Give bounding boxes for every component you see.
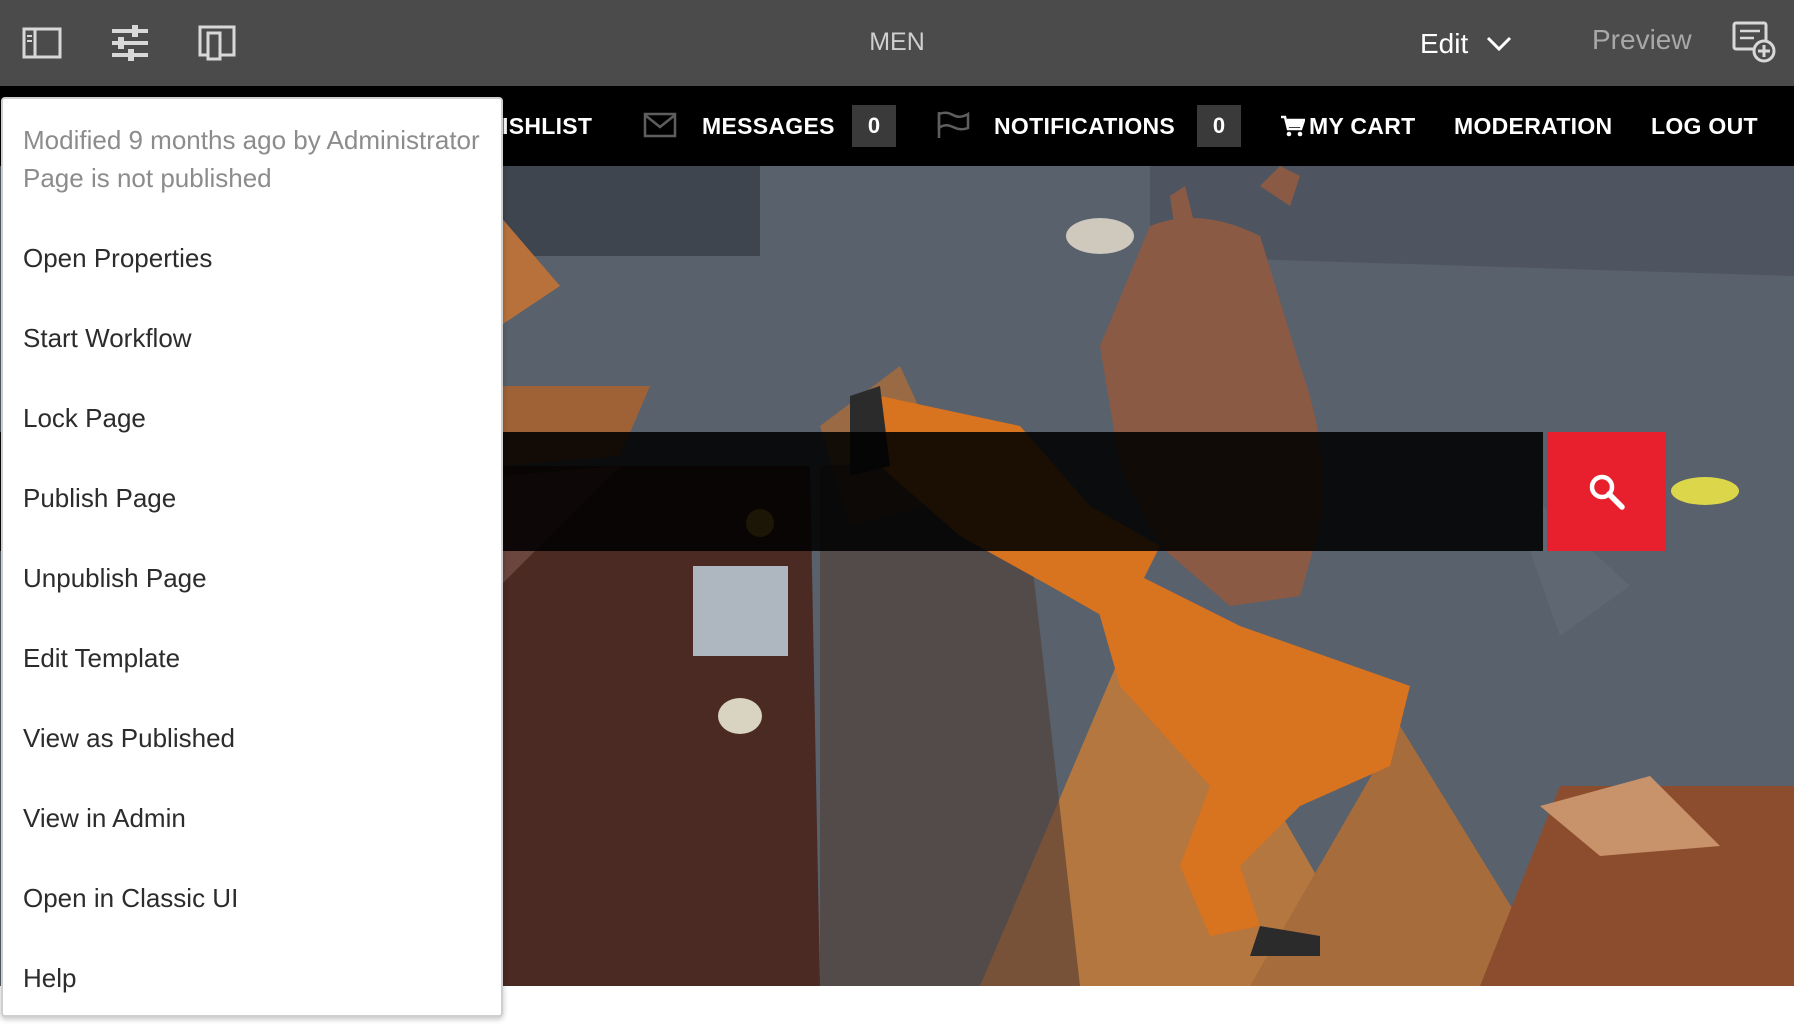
side-panel-icon[interactable] bbox=[19, 20, 65, 66]
cart-icon bbox=[1281, 115, 1305, 137]
messages-count-badge: 0 bbox=[852, 105, 896, 147]
search-button[interactable] bbox=[1547, 432, 1666, 551]
page-meta: Modified 9 months ago by Administrator P… bbox=[23, 121, 480, 197]
menu-view-in-admin[interactable]: View in Admin bbox=[3, 781, 501, 855]
nav-my-cart[interactable]: MY CART bbox=[1281, 86, 1415, 166]
page-information-icon[interactable] bbox=[107, 20, 153, 66]
nav-notifications[interactable]: NOTIFICATIONS bbox=[994, 86, 1175, 166]
publish-status: Page is not published bbox=[23, 163, 272, 193]
menu-lock-page[interactable]: Lock Page bbox=[3, 381, 501, 455]
nav-messages[interactable]: MESSAGES bbox=[702, 86, 835, 166]
flag-icon bbox=[937, 111, 970, 138]
nav-my-cart-label: MY CART bbox=[1309, 112, 1416, 139]
menu-publish-page[interactable]: Publish Page bbox=[3, 461, 501, 535]
menu-help[interactable]: Help bbox=[3, 941, 501, 1015]
menu-view-as-published[interactable]: View as Published bbox=[3, 701, 501, 775]
page-info-menu: Modified 9 months ago by Administrator P… bbox=[1, 97, 503, 1017]
menu-open-in-classic-ui[interactable]: Open in Classic UI bbox=[3, 861, 501, 935]
annotation-icon[interactable] bbox=[1730, 18, 1780, 68]
nav-moderation[interactable]: MODERATION bbox=[1454, 86, 1612, 166]
mode-label: Edit bbox=[1420, 28, 1469, 59]
editor-toolbar: MEN Edit Preview bbox=[0, 0, 1794, 86]
chevron-down-icon bbox=[1487, 36, 1512, 52]
emulator-icon[interactable] bbox=[194, 20, 240, 66]
preview-button[interactable]: Preview bbox=[1592, 24, 1692, 56]
page-title: MEN bbox=[869, 28, 925, 56]
search-icon bbox=[1589, 474, 1625, 510]
envelope-icon bbox=[643, 112, 677, 138]
menu-open-properties[interactable]: Open Properties bbox=[3, 221, 501, 295]
modified-info: Modified 9 months ago by Administrator bbox=[23, 125, 480, 155]
notifications-count-badge: 0 bbox=[1197, 105, 1241, 147]
nav-log-out[interactable]: LOG OUT bbox=[1651, 86, 1758, 166]
menu-start-workflow[interactable]: Start Workflow bbox=[3, 301, 501, 375]
menu-edit-template[interactable]: Edit Template bbox=[3, 621, 501, 695]
mode-selector[interactable]: Edit bbox=[1420, 22, 1512, 66]
menu-unpublish-page[interactable]: Unpublish Page bbox=[3, 541, 501, 615]
